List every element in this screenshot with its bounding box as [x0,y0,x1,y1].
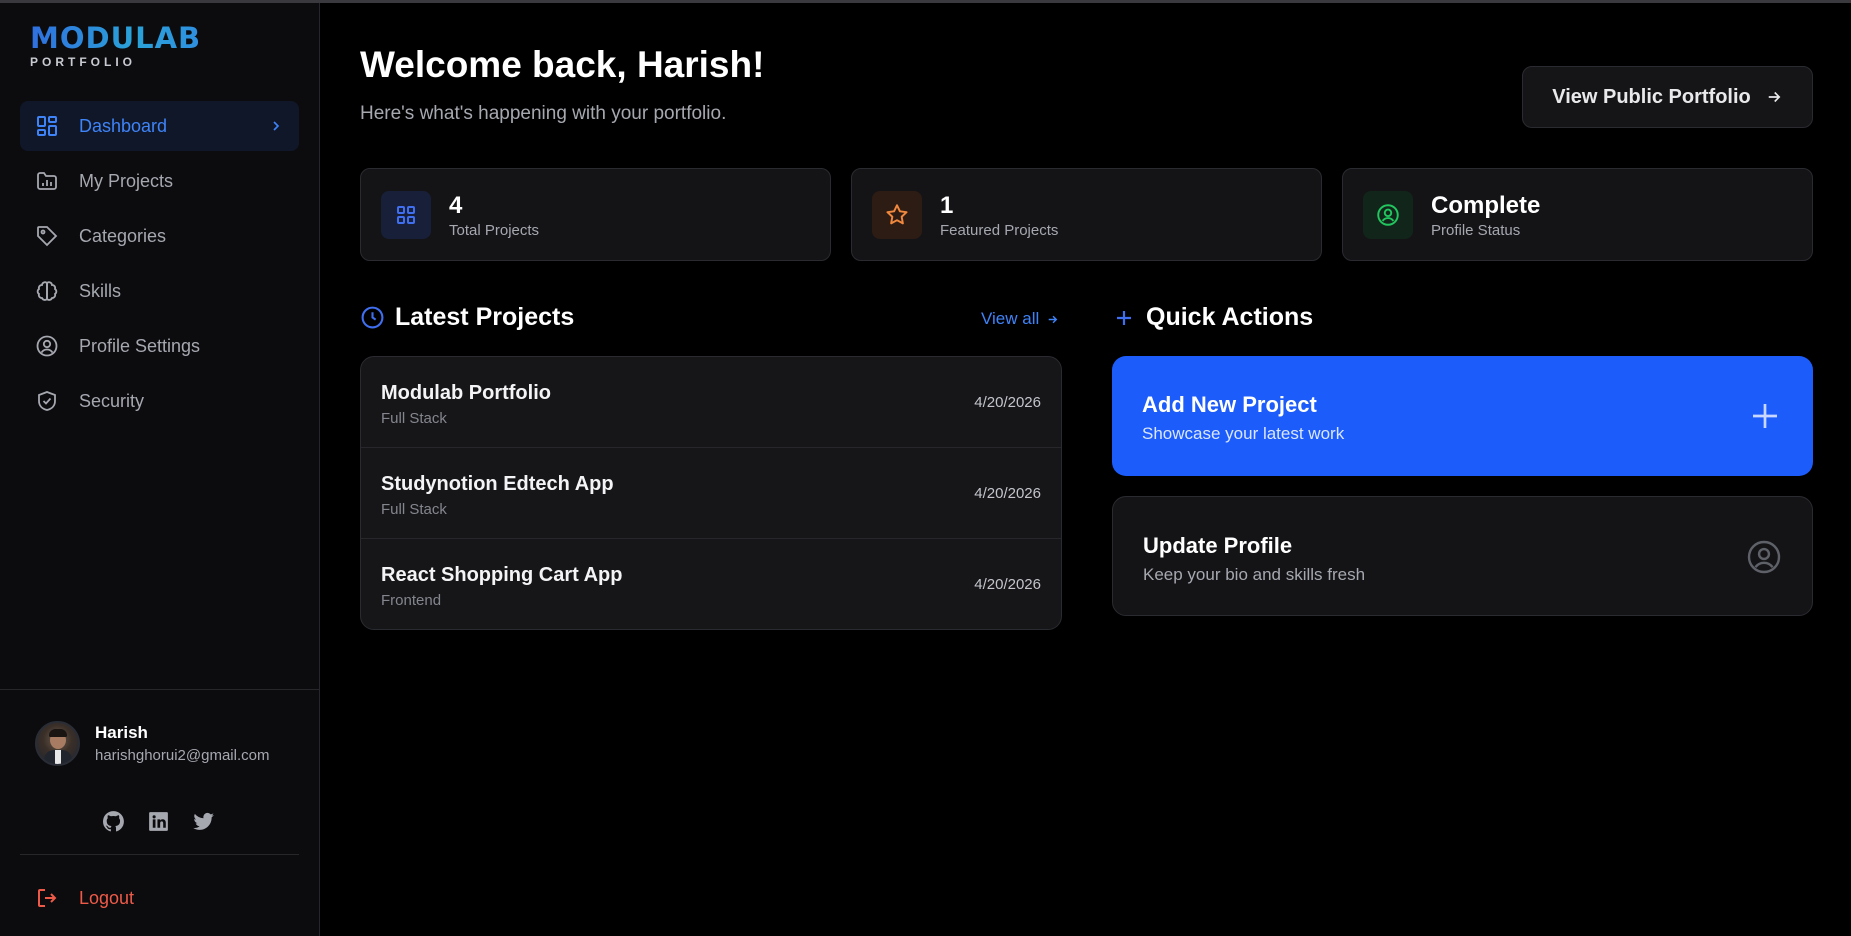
stat-value: 4 [449,192,463,219]
stat-value: Complete [1431,192,1541,219]
sidebar-item-skills[interactable]: Skills [20,266,299,316]
user-name: Harish [95,723,148,742]
sidebar-item-dashboard[interactable]: Dashboard [20,101,299,151]
plus-icon [1117,310,1131,325]
project-title: Studynotion Edtech App [381,473,614,495]
sidebar-item-profile-settings[interactable]: Profile Settings [20,321,299,371]
star-icon [872,191,922,239]
action-title: Add New Project [1142,392,1317,417]
stat-label: Total Projects [449,222,540,239]
sidebar-item-categories[interactable]: Categories [20,211,299,261]
sidebar: MODULAB PORTFOLIO Dashboard My Projects … [0,3,320,936]
brain-icon [35,279,59,303]
sidebar-item-label: Skills [79,280,122,301]
latest-projects-heading: Latest Projects [360,303,574,332]
project-date: 4/20/2026 [974,485,1041,502]
sidebar-item-security[interactable]: Security [20,376,299,426]
stat-card-total-projects: 4 Total Projects [360,168,831,261]
sidebar-item-label: Dashboard [79,115,168,136]
linkedin-icon[interactable] [146,809,171,834]
stat-card-profile-status: Complete Profile Status [1342,168,1813,261]
update-profile-button[interactable]: Update Profile Keep your bio and skills … [1112,496,1813,616]
quick-actions-heading: Quick Actions [1112,303,1313,332]
user-circle-icon [35,334,59,358]
sidebar-item-label: Security [79,390,145,411]
folder-chart-icon [35,169,59,193]
list-item[interactable]: Modulab Portfolio Full Stack 4/20/2026 [361,357,1061,448]
view-public-portfolio-button[interactable]: View Public Portfolio [1522,66,1813,128]
user-email: harishghorui2@gmail.com [95,747,270,764]
brand-name: MODULAB [30,21,202,55]
latest-projects-list: Modulab Portfolio Full Stack 4/20/2026 S… [360,356,1062,630]
stat-label: Profile Status [1431,222,1521,239]
plus-icon [1753,404,1777,428]
project-date: 4/20/2026 [974,394,1041,411]
list-item[interactable]: React Shopping Cart App Frontend 4/20/20… [361,539,1061,629]
list-item[interactable]: Studynotion Edtech App Full Stack 4/20/2… [361,448,1061,539]
project-title: React Shopping Cart App [381,564,623,586]
view-all-link[interactable]: View all [981,309,1059,329]
section-title: Latest Projects [395,303,575,331]
chevron-right-icon [273,121,280,131]
project-category: Full Stack [381,501,447,518]
logout-label: Logout [79,887,135,908]
github-icon[interactable] [101,809,126,834]
avatar [35,721,80,766]
arrow-right-icon [1048,315,1058,323]
sidebar-item-label: Profile Settings [79,335,201,356]
sidebar-divider [20,854,299,855]
sidebar-divider [0,689,319,690]
shield-check-icon [35,389,59,413]
grid-icon [381,191,431,239]
stat-card-featured-projects: 1 Featured Projects [851,168,1322,261]
project-title: Modulab Portfolio [381,382,551,404]
tag-icon [35,224,59,248]
sidebar-item-label: My Projects [79,170,174,191]
page-subtitle: Here's what's happening with your portfo… [360,103,727,124]
user-circle-icon [1747,540,1781,574]
logout-button[interactable]: Logout [20,875,299,921]
sidebar-item-label: Categories [79,225,167,246]
stat-label: Featured Projects [940,222,1059,239]
user-card: Harish harishghorui2@gmail.com [35,721,269,766]
sidebar-item-my-projects[interactable]: My Projects [20,156,299,206]
social-links [101,809,216,834]
logout-icon [38,889,57,907]
view-public-label: View Public Portfolio [1552,85,1751,108]
page-title: Welcome back, Harish! [360,44,765,85]
user-check-icon [1363,191,1413,239]
brand-logo[interactable]: MODULAB PORTFOLIO [30,23,201,69]
stat-value: 1 [940,192,954,219]
project-category: Frontend [381,592,442,609]
dashboard-icon [35,114,59,138]
project-date: 4/20/2026 [974,576,1041,593]
section-title: Quick Actions [1146,303,1314,331]
action-subtitle: Showcase your latest work [1142,424,1345,443]
twitter-icon[interactable] [191,809,216,834]
view-all-label: View all [981,309,1040,328]
sidebar-nav: Dashboard My Projects Categories Skills [20,101,299,431]
brand-tagline: PORTFOLIO [30,55,136,69]
project-category: Full Stack [381,410,447,427]
action-subtitle: Keep your bio and skills fresh [1143,565,1366,584]
clock-icon [361,306,384,329]
add-new-project-button[interactable]: Add New Project Showcase your latest wor… [1112,356,1813,476]
action-title: Update Profile [1143,533,1293,558]
arrow-right-icon [1768,91,1781,103]
